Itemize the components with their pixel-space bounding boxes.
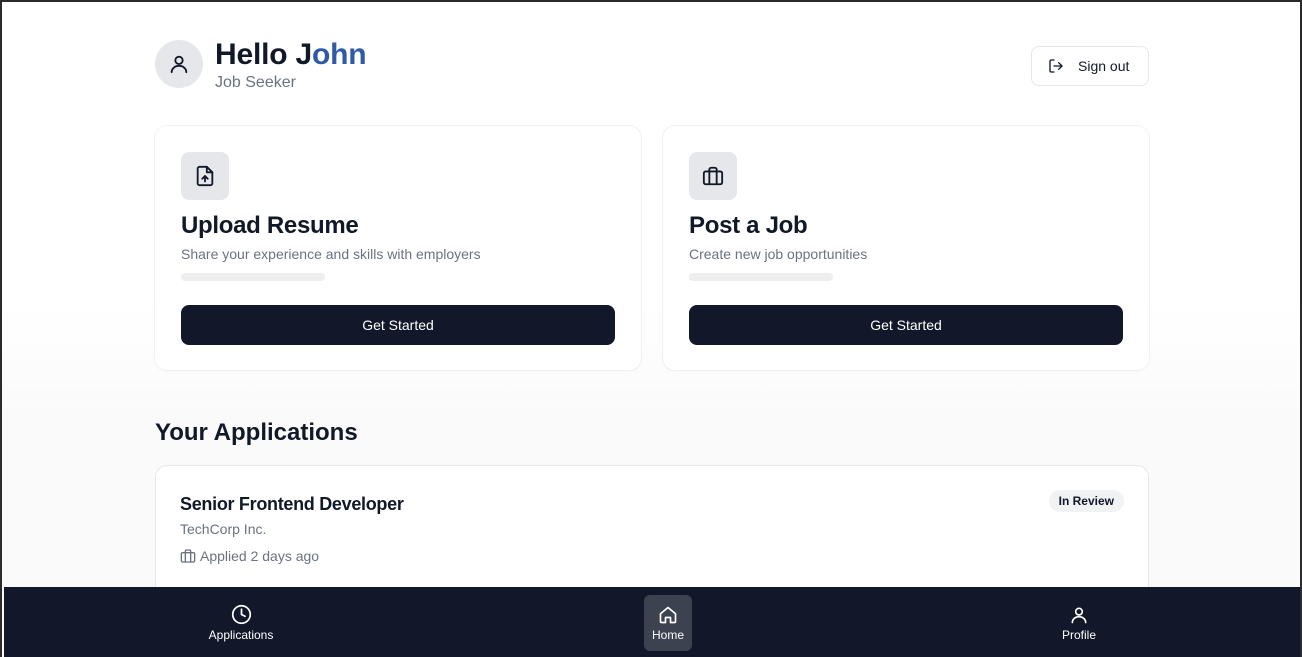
application-title: Senior Frontend Developer	[180, 494, 404, 514]
nav-item-profile[interactable]: Profile	[1047, 595, 1111, 651]
placeholder-bar	[689, 273, 833, 281]
upload-resume-get-started-button[interactable]: Get Started	[181, 305, 615, 345]
card-description: Create new job opportunities	[689, 246, 868, 262]
upload-resume-card: Upload Resume Share your experience and …	[155, 126, 641, 370]
bottom-nav: Applications Home Profile	[4, 587, 1300, 657]
user-role: Job Seeker	[215, 74, 296, 91]
nav-item-applications[interactable]: Applications	[201, 595, 281, 651]
clock-icon	[231, 604, 252, 625]
log-out-icon	[1048, 58, 1064, 74]
sign-out-label: Sign out	[1078, 58, 1130, 74]
nav-item-label: Home	[651, 627, 684, 642]
greeting-name-highlight: ohn	[311, 38, 367, 71]
status-badge: In Review	[1048, 490, 1124, 512]
greeting-prefix: Hello J	[215, 38, 312, 71]
sign-out-button[interactable]: Sign out	[1031, 46, 1149, 86]
briefcase-icon	[689, 152, 737, 200]
application-company: TechCorp Inc.	[180, 521, 267, 537]
header: Hello John Job Seeker Sign out	[155, 38, 1149, 94]
nav-item-label: Profile	[1061, 627, 1096, 642]
post-job-card: Post a Job Create new job opportunities …	[663, 126, 1149, 370]
user-icon	[1069, 605, 1089, 625]
card-description: Share your experience and skills with em…	[181, 246, 481, 262]
card-title: Upload Resume	[181, 212, 359, 239]
app-window: Hello John Job Seeker Sign out Upload Re…	[0, 0, 1302, 657]
nav-item-home[interactable]: Home	[644, 595, 692, 651]
nav-item-label: Applications	[208, 628, 274, 642]
applications-heading: Your Applications	[155, 419, 358, 446]
briefcase-icon	[180, 548, 196, 564]
greeting-heading: Hello John	[215, 38, 367, 72]
card-title: Post a Job	[689, 212, 808, 239]
placeholder-bar	[181, 273, 325, 281]
action-cards: Upload Resume Share your experience and …	[155, 126, 1149, 372]
post-job-get-started-button[interactable]: Get Started	[689, 305, 1123, 345]
applied-time: Applied 2 days ago	[200, 548, 320, 564]
avatar	[155, 40, 203, 88]
user-icon	[168, 53, 190, 75]
file-upload-icon	[181, 152, 229, 200]
application-meta: Applied 2 days ago	[180, 548, 319, 564]
home-icon	[658, 605, 678, 625]
